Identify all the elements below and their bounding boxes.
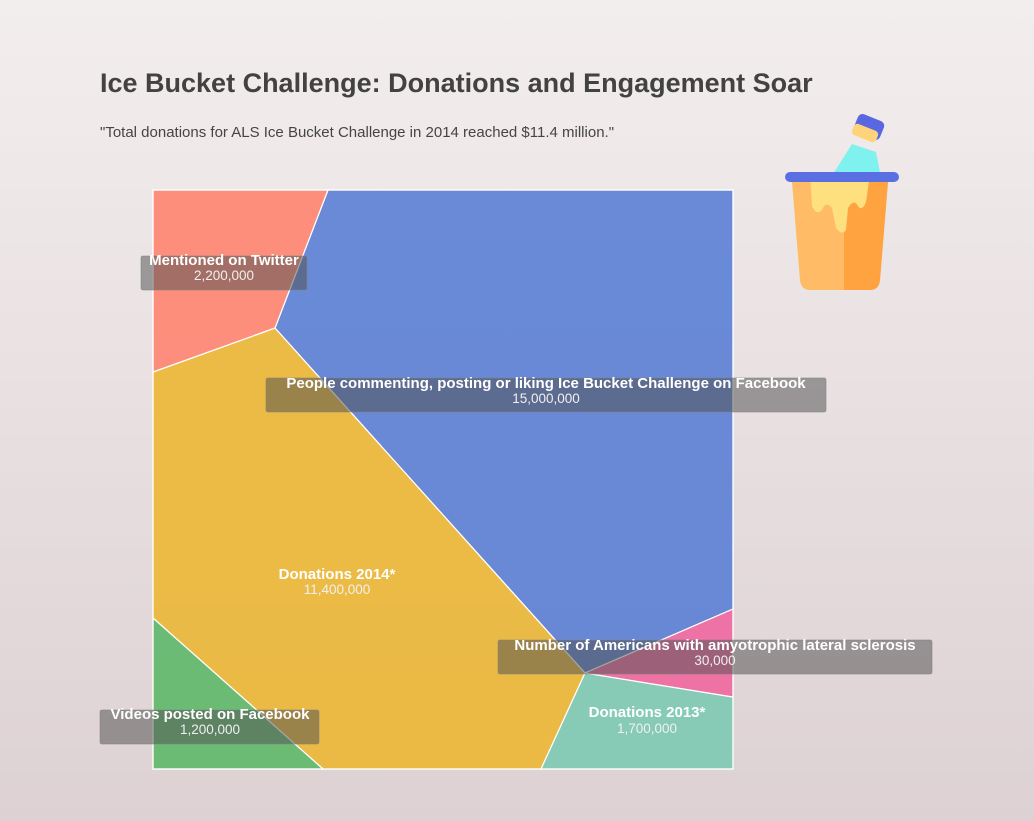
label-name: Donations 2013* — [589, 704, 706, 721]
label-facebook-engagement: People commenting, posting or liking Ice… — [265, 375, 827, 413]
label-value: 30,000 — [694, 653, 735, 668]
label-name: People commenting, posting or liking Ice… — [286, 375, 806, 392]
label-name: Mentioned on Twitter — [149, 252, 299, 269]
label-als-americans: Number of Americans with amyotrophic lat… — [497, 637, 933, 675]
label-name: Number of Americans with amyotrophic lat… — [514, 637, 915, 654]
label-value: 1,200,000 — [180, 722, 240, 737]
label-facebook-videos: Videos posted on Facebook 1,200,000 — [99, 706, 320, 745]
label-value: 15,000,000 — [512, 391, 580, 406]
label-value: 11,400,000 — [304, 582, 371, 597]
label-twitter: Mentioned on Twitter 2,200,000 — [140, 252, 308, 291]
label-name: Donations 2014* — [279, 566, 396, 583]
voronoi-treemap: Mentioned on Twitter 2,200,000 People co… — [99, 189, 933, 770]
label-value: 1,700,000 — [617, 721, 677, 736]
label-name: Videos posted on Facebook — [111, 706, 311, 723]
label-value: 2,200,000 — [194, 268, 254, 283]
